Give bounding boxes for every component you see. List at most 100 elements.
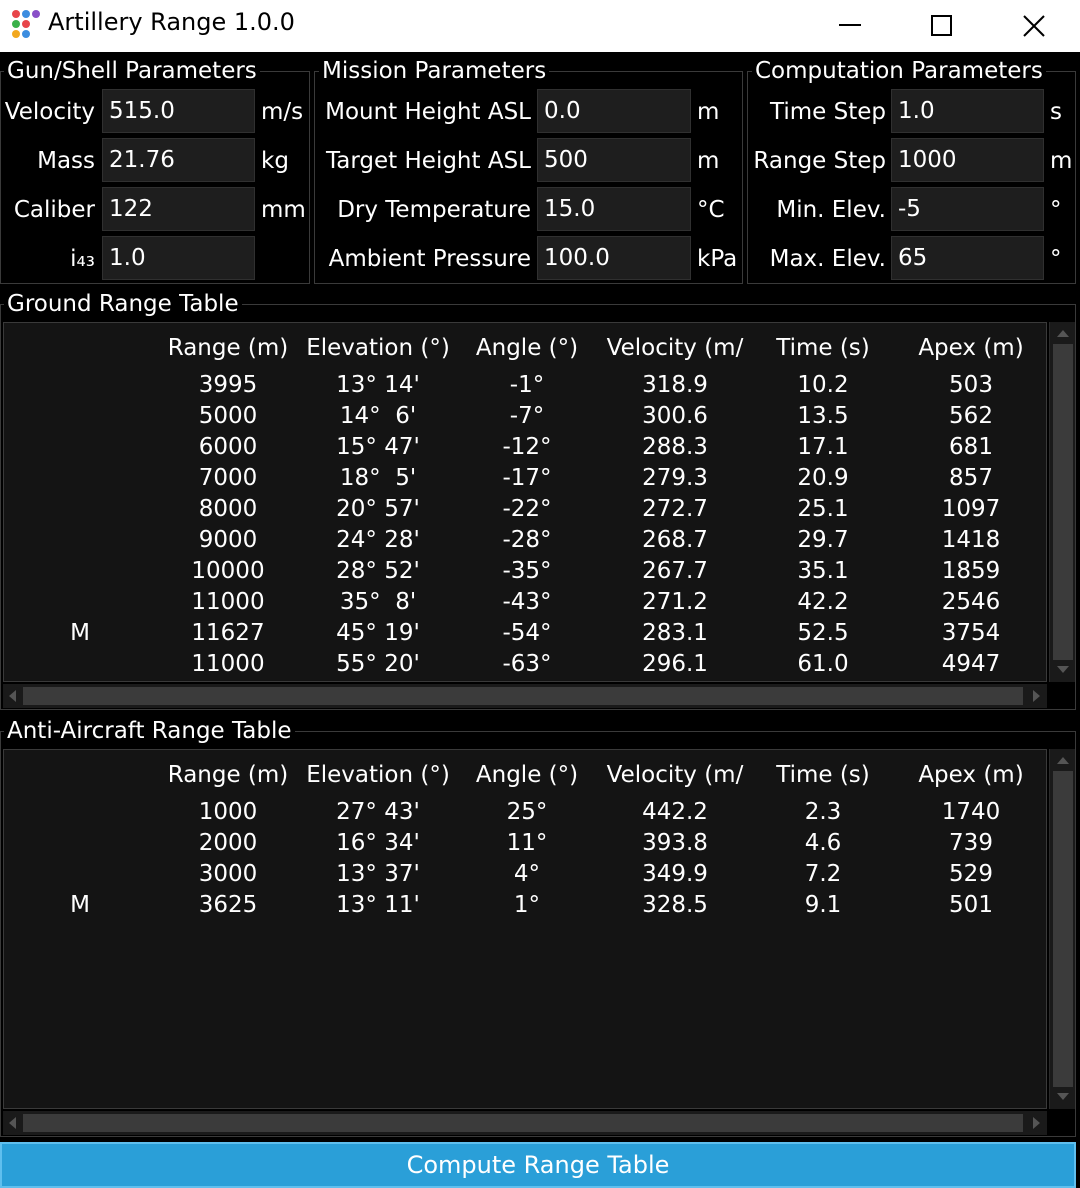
scrollbar-thumb[interactable] [23, 1114, 1023, 1132]
antiaircraft-vertical-scrollbar[interactable] [1049, 749, 1075, 1109]
range-cell: 11627 [191, 620, 265, 646]
apex-cell: 857 [949, 465, 993, 491]
range-header[interactable]: Range (m) [148, 760, 308, 790]
range-cell: 7000 [198, 465, 258, 491]
compute-range-table-button[interactable]: Compute Range Table [0, 1142, 1076, 1188]
close-button[interactable] [988, 0, 1080, 52]
min-elev-label: Min. Elev. [776, 197, 886, 223]
range-header[interactable]: Range (m) [148, 333, 308, 363]
mark-cell: M [70, 892, 90, 918]
velocity-header[interactable]: Velocity (m/ [606, 333, 744, 363]
time-cell: 17.1 [797, 434, 849, 460]
ground-vertical-scrollbar[interactable] [1049, 322, 1075, 682]
antiaircraft-horizontal-scrollbar[interactable] [3, 1111, 1047, 1135]
scroll-down-arrow-icon[interactable] [1057, 666, 1069, 673]
minimize-button[interactable] [804, 0, 896, 52]
angle-cell: 11° [506, 830, 548, 856]
caliber-label: Caliber [13, 197, 95, 223]
mount-height-label: Mount Height ASL [325, 99, 531, 125]
angle-header[interactable]: Angle (°) [447, 333, 607, 363]
velocity-cell: 279.3 [642, 465, 708, 491]
mass-input[interactable]: 21.76 [102, 138, 255, 182]
ambient-pressure-label: Ambient Pressure [328, 246, 531, 272]
range-cell: 10000 [191, 558, 265, 584]
velocity-cell: 268.7 [642, 527, 708, 553]
ground-horizontal-scrollbar[interactable] [3, 684, 1047, 708]
range-step-input[interactable]: 1000 [891, 138, 1044, 182]
apex-cell: 562 [949, 403, 993, 429]
apex-cell: 1740 [941, 799, 1001, 825]
apex-header[interactable]: Apex (m) [891, 760, 1046, 790]
time-header[interactable]: Time (s) [743, 760, 903, 790]
elevation-cell: 28° 52' [336, 558, 420, 584]
time-cell: 29.7 [797, 527, 849, 553]
maximize-button[interactable] [896, 0, 988, 52]
maximize-icon [931, 15, 952, 36]
ambient-pressure-input[interactable]: 100.0 [537, 236, 691, 280]
dry-temperature-input[interactable]: 15.0 [537, 187, 691, 231]
time-cell: 10.2 [797, 372, 849, 398]
scrollbar-thumb[interactable] [1053, 344, 1073, 660]
max-elev-unit: ° [1050, 246, 1062, 272]
target-height-label: Target Height ASL [326, 148, 531, 174]
ground-range-table[interactable]: Range (m) Elevation (°) Angle (°) Velocity … [3, 322, 1047, 682]
target-height-unit: m [697, 148, 720, 174]
scroll-left-arrow-icon[interactable] [9, 1117, 16, 1129]
time-cell: 61.0 [797, 651, 849, 677]
ambient-pressure-unit: kPa [697, 246, 738, 272]
antiaircraft-range-table[interactable]: Range (m) Elevation (°) Angle (°) Velocity … [3, 749, 1047, 1109]
scroll-up-arrow-icon[interactable] [1057, 330, 1069, 337]
mass-unit: kg [261, 148, 289, 174]
angle-cell: 25° [506, 799, 548, 825]
mount-height-unit: m [697, 99, 720, 125]
target-height-input[interactable]: 500 [537, 138, 691, 182]
range-step-unit: m [1050, 148, 1073, 174]
range-cell: 6000 [198, 434, 258, 460]
time-header[interactable]: Time (s) [743, 333, 903, 363]
range-cell: 3000 [198, 861, 258, 887]
velocity-header[interactable]: Velocity (m/ [606, 760, 744, 790]
max-elev-label: Max. Elev. [769, 246, 886, 272]
minimize-icon [839, 24, 861, 26]
velocity-input[interactable]: 515.0 [102, 89, 255, 133]
mount-height-input[interactable]: 0.0 [537, 89, 691, 133]
time-step-unit: s [1050, 99, 1062, 125]
scroll-down-arrow-icon[interactable] [1057, 1093, 1069, 1100]
apex-cell: 1859 [941, 558, 1001, 584]
time-cell: 35.1 [797, 558, 849, 584]
velocity-cell: 349.9 [642, 861, 708, 887]
min-elev-input[interactable]: -5 [891, 187, 1044, 231]
elevation-header[interactable]: Elevation (°) [298, 760, 458, 790]
max-elev-input[interactable]: 65 [891, 236, 1044, 280]
velocity-cell: 288.3 [642, 434, 708, 460]
i43-input[interactable]: 1.0 [102, 236, 255, 280]
angle-cell: -54° [502, 620, 552, 646]
apex-cell: 529 [949, 861, 993, 887]
time-step-input[interactable]: 1.0 [891, 89, 1044, 133]
angle-header[interactable]: Angle (°) [447, 760, 607, 790]
scroll-left-arrow-icon[interactable] [9, 690, 16, 702]
elevation-cell: 13° 14' [336, 372, 420, 398]
caliber-input[interactable]: 122 [102, 187, 255, 231]
scrollbar-thumb[interactable] [1053, 771, 1073, 1087]
scrollbar-thumb[interactable] [23, 687, 1023, 705]
range-cell: 5000 [198, 403, 258, 429]
dry-temperature-unit: °C [697, 197, 725, 223]
apex-header[interactable]: Apex (m) [891, 333, 1046, 363]
time-cell: 13.5 [797, 403, 849, 429]
app-icon [12, 10, 40, 38]
velocity-cell: 272.7 [642, 496, 708, 522]
range-cell: 9000 [198, 527, 258, 553]
computation-parameters-title: Computation Parameters [752, 58, 1046, 84]
scroll-right-arrow-icon[interactable] [1033, 1117, 1040, 1129]
velocity-cell: 296.1 [642, 651, 708, 677]
angle-cell: -28° [502, 527, 552, 553]
angle-cell: -43° [502, 589, 552, 615]
elevation-header[interactable]: Elevation (°) [298, 333, 458, 363]
dry-temperature-label: Dry Temperature [337, 197, 531, 223]
scroll-up-arrow-icon[interactable] [1057, 757, 1069, 764]
scroll-right-arrow-icon[interactable] [1033, 690, 1040, 702]
apex-cell: 501 [949, 892, 993, 918]
apex-cell: 739 [949, 830, 993, 856]
angle-cell: -63° [502, 651, 552, 677]
